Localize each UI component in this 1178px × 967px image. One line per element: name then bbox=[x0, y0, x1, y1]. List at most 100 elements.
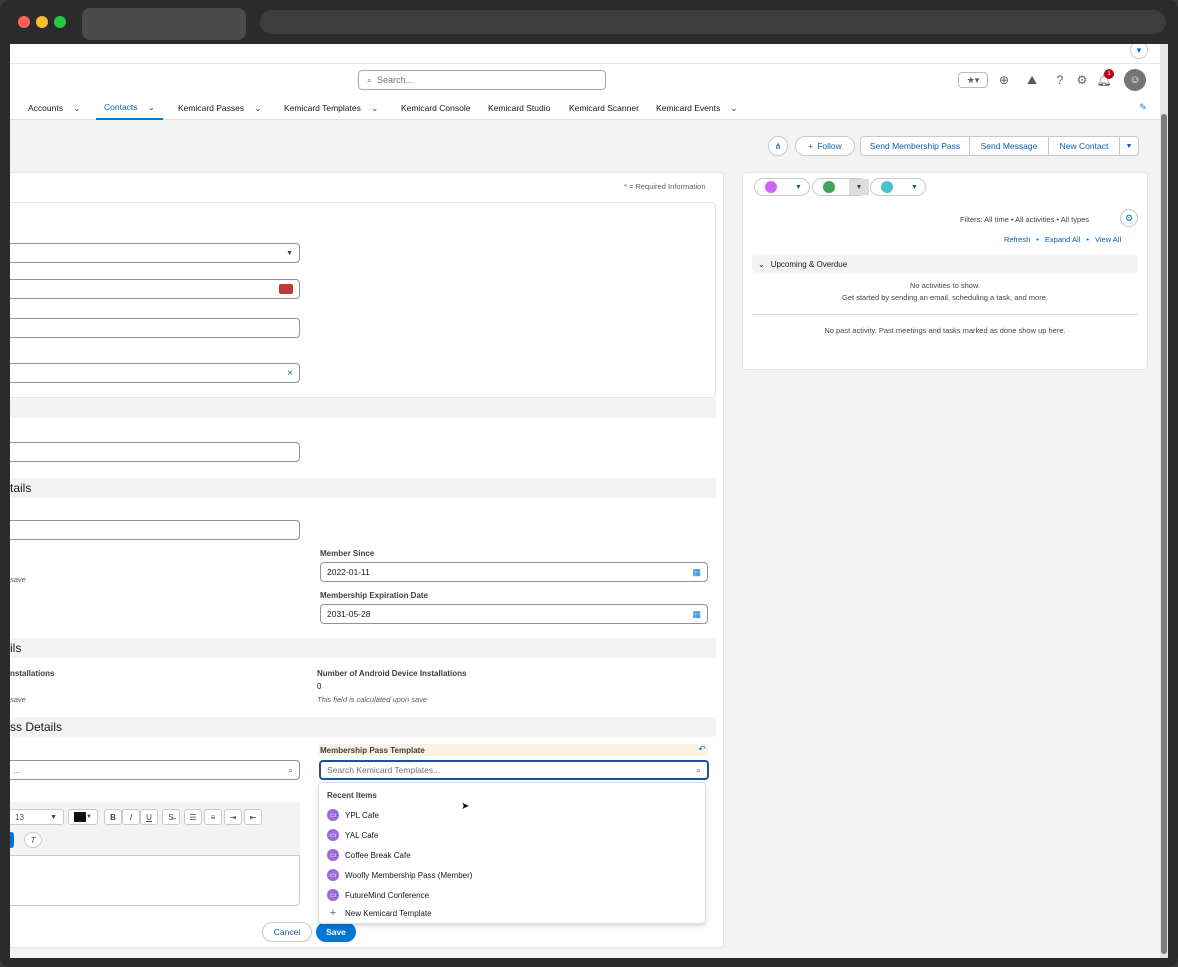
template-lookup-dropdown: Recent Items ▭ YPL Cafe ▭ YAL Cafe ▭ Cof… bbox=[318, 782, 706, 924]
gear-icon[interactable]: ⚙ bbox=[1074, 72, 1090, 88]
more-actions-chevron-icon[interactable]: ▼ bbox=[1119, 136, 1139, 156]
dropdown-item-ypl-cafe[interactable]: ▭ YPL Cafe bbox=[327, 805, 379, 825]
nav-item-kemicard-templates[interactable]: Kemicard Templates ⌄ bbox=[284, 96, 378, 120]
new-contact-button[interactable]: New Contact bbox=[1048, 136, 1120, 156]
lookup-search-input[interactable]: ... ⌕ bbox=[10, 760, 300, 780]
nav-item-kemicard-scanner[interactable]: Kemicard Scanner bbox=[569, 96, 639, 120]
text-field[interactable] bbox=[10, 442, 300, 462]
notification-badge: 1 bbox=[1104, 69, 1114, 79]
edit-nav-pencil-icon[interactable]: ✎ bbox=[1136, 100, 1150, 114]
image-icon[interactable] bbox=[10, 832, 14, 848]
dropdown-item-yal-cafe[interactable]: ▭ YAL Cafe bbox=[327, 825, 378, 845]
add-icon[interactable]: ⊕ bbox=[996, 72, 1012, 88]
dropdown-item-coffee-break-cafe[interactable]: ▭ Coffee Break Cafe bbox=[327, 845, 411, 865]
picklist-field[interactable]: ▼ bbox=[10, 243, 300, 263]
new-event-button[interactable]: ▼ bbox=[754, 178, 810, 196]
new-kemicard-template-option[interactable]: + New Kemicard Template bbox=[327, 903, 432, 923]
hierarchy-icon[interactable]: ⋔ bbox=[768, 136, 788, 156]
dropdown-item-label: YPL Cafe bbox=[345, 810, 379, 820]
dropdown-item-label: Woofly Membership Pass (Member) bbox=[345, 870, 473, 880]
membership-expiration-date-input[interactable]: 2031-05-28 ▦ bbox=[320, 604, 708, 624]
nav-item-kemicard-studio[interactable]: Kemicard Studio bbox=[488, 96, 550, 120]
send-message-button[interactable]: Send Message bbox=[969, 136, 1049, 156]
membership-pass-template-label: Membership Pass Template bbox=[320, 746, 425, 755]
template-icon: ▭ bbox=[327, 849, 339, 861]
help-icon[interactable]: ? bbox=[1052, 72, 1068, 88]
plus-icon: + bbox=[329, 907, 337, 919]
avatar[interactable]: ☺ bbox=[1124, 69, 1146, 91]
section-header-pass-details[interactable]: ss Details bbox=[10, 717, 716, 737]
chevron-down-icon[interactable]: ▼ bbox=[849, 179, 869, 195]
save-button[interactable]: Save bbox=[316, 922, 356, 942]
expand-all-link[interactable]: Expand All bbox=[1045, 235, 1080, 244]
underline-icon[interactable]: U bbox=[140, 809, 158, 825]
chevron-down-icon[interactable]: ⌄ bbox=[73, 103, 81, 114]
nav-item-label: Kemicard Studio bbox=[488, 103, 551, 113]
font-size-select[interactable]: 13 ▼ bbox=[10, 809, 64, 825]
global-search-input[interactable]: ⌕ Search... bbox=[358, 70, 606, 90]
undo-icon[interactable]: ↶ bbox=[696, 743, 708, 755]
calendar-icon[interactable]: ▦ bbox=[692, 609, 701, 620]
text-color-button[interactable]: ▼ bbox=[68, 809, 98, 825]
clear-icon[interactable]: × bbox=[287, 368, 293, 379]
scrollbar-thumb[interactable] bbox=[1161, 114, 1167, 954]
nav-item-accounts[interactable]: Accounts ⌄ bbox=[28, 96, 81, 120]
text-field[interactable] bbox=[10, 520, 300, 540]
font-size-value: 13 bbox=[15, 812, 24, 822]
dropdown-item-woofly-membership-pass[interactable]: ▭ Woofly Membership Pass (Member) bbox=[327, 865, 472, 885]
new-task-button[interactable]: ▼ bbox=[812, 178, 869, 196]
lookup-field[interactable]: × bbox=[10, 363, 300, 383]
dropdown-item-label: Coffee Break Cafe bbox=[345, 850, 411, 860]
nav-item-contacts[interactable]: Contacts ⌄ bbox=[96, 96, 164, 120]
follow-label: Follow bbox=[817, 141, 842, 151]
browser-tab[interactable] bbox=[82, 8, 246, 40]
chevron-down-icon[interactable]: ▼ bbox=[911, 184, 918, 191]
strikethrough-icon[interactable]: S̶ bbox=[162, 809, 180, 825]
nav-item-kemicard-console[interactable]: Kemicard Console bbox=[401, 96, 470, 120]
clear-formatting-icon[interactable]: T bbox=[24, 832, 42, 848]
nav-item-kemicard-events[interactable]: Kemicard Events ⌄ bbox=[656, 96, 738, 120]
installations-label: nstallations bbox=[10, 669, 55, 678]
view-all-link[interactable]: View All bbox=[1095, 235, 1121, 244]
gear-icon[interactable]: ⚙ bbox=[1120, 209, 1138, 227]
numbered-list-icon[interactable]: ≡ bbox=[204, 809, 222, 825]
chevron-down-icon: ⌄ bbox=[758, 259, 765, 269]
address-bar[interactable] bbox=[260, 10, 1166, 34]
italic-icon[interactable]: I bbox=[122, 809, 140, 825]
indent-icon[interactable]: ⇥ bbox=[224, 809, 242, 825]
chevron-down-icon[interactable]: ▼ bbox=[1130, 44, 1148, 59]
maximize-window-button[interactable] bbox=[54, 16, 66, 28]
minimize-window-button[interactable] bbox=[36, 16, 48, 28]
dropdown-item-futuremind-conference[interactable]: ▭ FutureMind Conference bbox=[327, 885, 429, 905]
outdent-icon[interactable]: ⇤ bbox=[244, 809, 262, 825]
section-header-ils[interactable]: ils bbox=[10, 638, 716, 658]
chevron-down-icon[interactable]: ⌄ bbox=[254, 103, 262, 114]
dropdown-item-label: YAL Cafe bbox=[345, 830, 379, 840]
trailhead-icon[interactable]: ⛰ bbox=[1024, 72, 1040, 88]
close-window-button[interactable] bbox=[18, 16, 30, 28]
section-header[interactable] bbox=[10, 398, 716, 418]
plus-icon: + bbox=[808, 141, 814, 151]
nav-item-kemicard-passes[interactable]: Kemicard Passes ⌄ bbox=[178, 96, 262, 120]
member-since-date-input[interactable]: 2022-01-11 ▦ bbox=[320, 562, 708, 582]
section-header-details[interactable]: tails bbox=[10, 478, 716, 498]
text-field-with-icon[interactable] bbox=[10, 279, 300, 299]
text-field[interactable] bbox=[10, 318, 300, 338]
search-icon: ⌕ bbox=[696, 764, 701, 775]
follow-button[interactable]: + Follow bbox=[795, 136, 855, 156]
chevron-down-icon[interactable]: ▼ bbox=[795, 184, 802, 191]
calendar-icon[interactable]: ▦ bbox=[692, 567, 701, 578]
chevron-down-icon[interactable]: ⌄ bbox=[730, 103, 738, 114]
upcoming-overdue-section[interactable]: ⌄ Upcoming & Overdue bbox=[752, 255, 1138, 273]
send-membership-pass-button[interactable]: Send Membership Pass bbox=[860, 136, 970, 156]
new-template-label: New Kemicard Template bbox=[345, 908, 432, 918]
template-search-input[interactable]: Search Kemicard Templates... ⌕ bbox=[319, 760, 709, 780]
bold-icon[interactable]: B bbox=[104, 809, 122, 825]
bulleted-list-icon[interactable]: ☰ bbox=[184, 809, 202, 825]
chevron-down-icon[interactable]: ⌄ bbox=[371, 103, 379, 114]
favorites-star-icon[interactable]: ★▾ bbox=[958, 72, 988, 88]
log-call-button[interactable]: ▼ bbox=[870, 178, 926, 196]
chevron-down-icon[interactable]: ⌄ bbox=[148, 102, 156, 113]
refresh-link[interactable]: Refresh bbox=[1004, 235, 1030, 244]
cancel-button[interactable]: Cancel bbox=[262, 922, 312, 942]
